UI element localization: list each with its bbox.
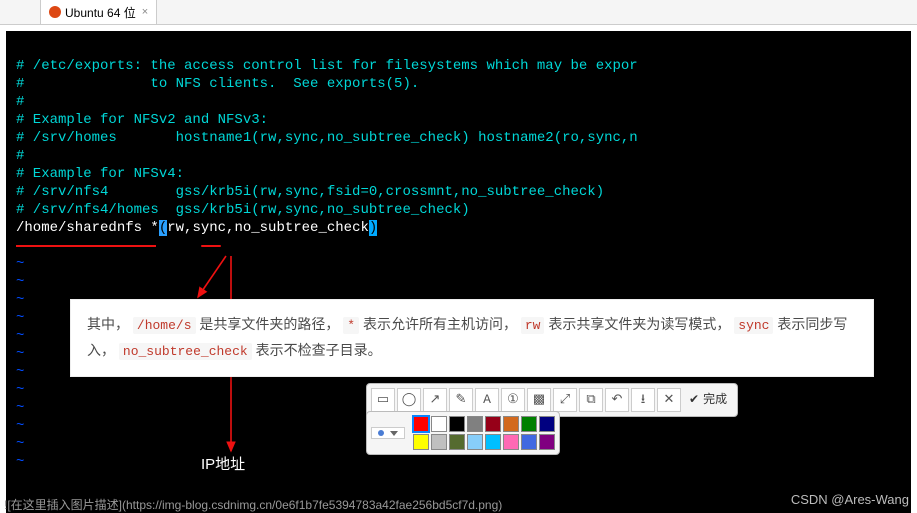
exports-line: # /srv/nfs4/homes gss/krb5i(rw,sync,no_s… — [16, 202, 470, 218]
tool-ellipse[interactable]: ◯ — [397, 388, 421, 412]
color-swatch[interactable] — [503, 434, 519, 450]
code-sync: sync — [734, 317, 773, 334]
explanation-callout: 其中， /home/s 是共享文件夹的路径， * 表示允许所有主机访问， rw … — [70, 299, 874, 377]
vim-tilde: ~ — [16, 256, 24, 272]
color-swatch[interactable] — [539, 434, 555, 450]
vim-tilde: ~ — [16, 454, 24, 470]
tool-rect[interactable]: ▭ — [371, 388, 395, 412]
csdn-watermark-outer: CSDN @Ares-Wang — [791, 492, 909, 507]
vim-tilde: ~ — [16, 346, 24, 362]
color-swatch[interactable] — [539, 416, 555, 432]
txt-prefix: 其中， — [87, 316, 129, 332]
color-swatch[interactable] — [449, 416, 465, 432]
txt-rw-after: 表示共享文件夹为读写模式， — [548, 316, 730, 332]
color-swatch[interactable] — [449, 434, 465, 450]
code-nsc: no_subtree_check — [119, 343, 252, 360]
tool-text[interactable]: A — [475, 388, 499, 412]
ubuntu-icon — [49, 6, 61, 18]
done-label: 完成 — [703, 391, 727, 409]
tool-arrow[interactable]: ↗ — [423, 388, 447, 412]
tool-number[interactable]: ① — [501, 388, 525, 412]
tool-save[interactable]: ⭳ — [631, 388, 655, 412]
exports-edit-openparen: ( — [159, 220, 167, 236]
txt-path-after: 是共享文件夹的路径， — [199, 316, 339, 332]
exports-line: # /srv/homes hostname1(rw,sync,no_subtre… — [16, 130, 638, 146]
markdown-caption: ![在这里插入图片描述](https://img-blog.csdnimg.cn… — [4, 496, 502, 513]
vim-tilde: ~ — [16, 436, 24, 452]
color-swatch[interactable] — [431, 416, 447, 432]
color-swatch[interactable] — [431, 434, 447, 450]
color-swatch[interactable] — [467, 416, 483, 432]
exports-edit-star: * — [150, 220, 158, 236]
vim-tilde: ~ — [16, 292, 24, 308]
done-button[interactable]: ✔ 完成 — [683, 391, 733, 409]
color-swatch[interactable] — [521, 434, 537, 450]
vm-tab-ubuntu[interactable]: Ubuntu 64 位 × — [40, 0, 157, 25]
terminal[interactable]: # /etc/exports: the access control list … — [6, 31, 911, 513]
exports-line: # /srv/nfs4 gss/krb5i(rw,sync,fsid=0,cro… — [16, 184, 604, 200]
vim-tilde: ~ — [16, 400, 24, 416]
check-icon: ✔ — [689, 391, 699, 409]
exports-edit-opts: rw,sync,no_subtree_check — [167, 220, 369, 236]
ip-address-label: IP地址 — [201, 456, 245, 474]
tool-close[interactable]: ✕ — [657, 388, 681, 412]
tool-pen[interactable]: ✎ — [449, 388, 473, 412]
tool-copy[interactable]: ⧉ — [579, 388, 603, 412]
tool-highlight[interactable]: ▩ — [527, 388, 551, 412]
exports-line: # Example for NFSv2 and NFSv3: — [16, 112, 268, 128]
color-swatch[interactable] — [467, 434, 483, 450]
color-palette — [366, 411, 560, 455]
underline-star — [201, 245, 221, 247]
exports-line: # — [16, 94, 24, 110]
brush-dot-icon — [378, 430, 384, 436]
vim-tilde: ~ — [16, 328, 24, 344]
txt-star-after: 表示允许所有主机访问， — [363, 316, 517, 332]
vmware-tab-bar: Ubuntu 64 位 × — [0, 0, 917, 25]
tab-label: Ubuntu 64 位 — [65, 4, 136, 21]
color-swatch[interactable] — [521, 416, 537, 432]
underline-path — [16, 245, 156, 247]
chevron-down-icon — [390, 431, 398, 436]
brush-size-picker[interactable] — [371, 427, 405, 439]
exports-line: # — [16, 148, 24, 164]
tool-expand[interactable]: ⤢ — [553, 388, 577, 412]
exports-edit-path: /home/sharednfs — [16, 220, 150, 236]
color-swatch[interactable] — [413, 416, 429, 432]
vim-tilde: ~ — [16, 274, 24, 290]
code-path: /home/s — [133, 317, 196, 334]
vim-tilde: ~ — [16, 364, 24, 380]
code-star: * — [343, 317, 359, 334]
cursor-closeparen: ) — [369, 220, 377, 236]
vim-tilde: ~ — [16, 418, 24, 434]
color-swatch[interactable] — [413, 434, 429, 450]
terminal-frame: # /etc/exports: the access control list … — [0, 25, 917, 513]
color-grid — [413, 416, 555, 450]
color-swatch[interactable] — [485, 434, 501, 450]
tab-close-icon[interactable]: × — [142, 6, 148, 18]
color-swatch[interactable] — [503, 416, 519, 432]
vim-tilde: ~ — [16, 382, 24, 398]
color-swatch[interactable] — [485, 416, 501, 432]
exports-line: # Example for NFSv4: — [16, 166, 184, 182]
vim-tilde: ~ — [16, 310, 24, 326]
tool-undo[interactable]: ↶ — [605, 388, 629, 412]
txt-nsc-after: 表示不检查子目录。 — [256, 342, 382, 358]
exports-line: # to NFS clients. See exports(5). — [16, 76, 419, 92]
exports-line: # /etc/exports: the access control list … — [16, 58, 638, 74]
code-rw: rw — [521, 317, 545, 334]
